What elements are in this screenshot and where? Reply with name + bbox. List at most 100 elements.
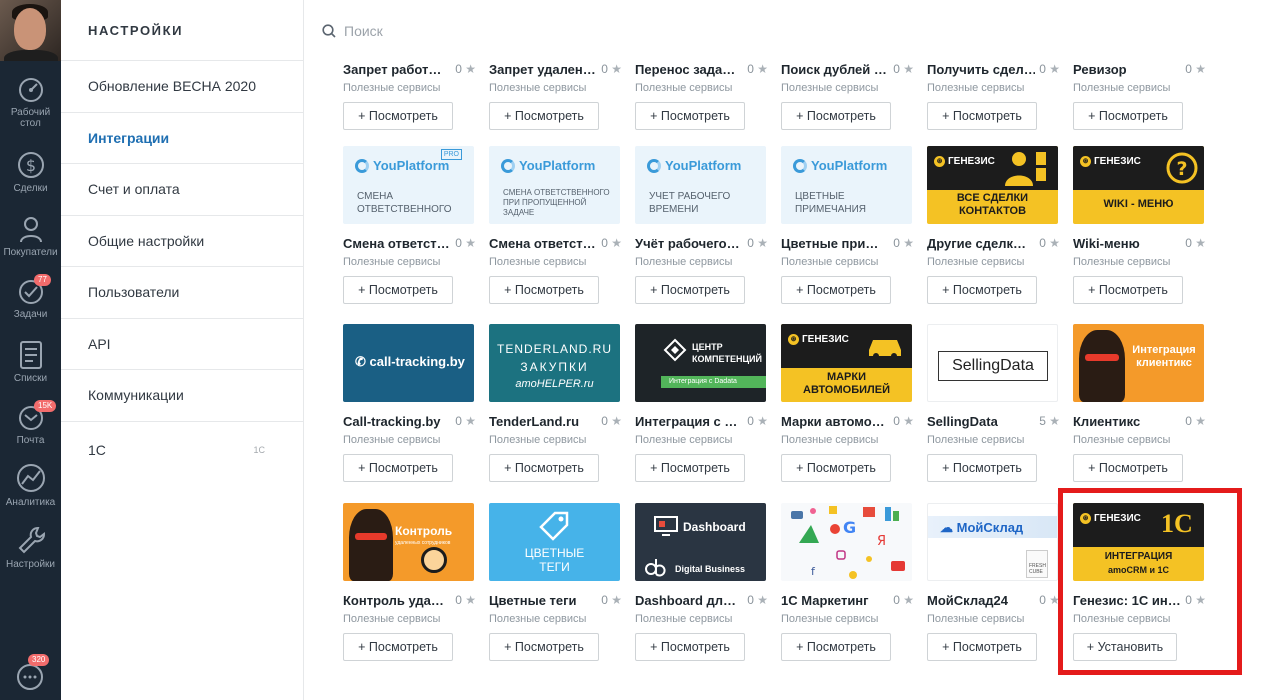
search-input[interactable] — [344, 20, 944, 42]
view-button[interactable]: + Посмотреть — [635, 633, 745, 661]
dog-mascot-icon — [349, 509, 393, 581]
view-button[interactable]: + Посмотреть — [489, 633, 599, 661]
svg-text:Я: Я — [877, 534, 886, 549]
card-thumbnail[interactable]: Контроль удаленных сотрудников — [343, 503, 474, 581]
settings-item-billing[interactable]: Счет и оплата — [61, 164, 303, 216]
nav-analytics[interactable]: Аналитика — [0, 462, 61, 508]
settings-item-general[interactable]: Общие настройки — [61, 216, 303, 267]
card-category: Полезные сервисы — [781, 613, 879, 625]
card-thumbnail[interactable]: ✆ call-tracking.by — [343, 324, 474, 402]
thumb-banner: Digital Business — [675, 564, 746, 574]
card-category: Полезные сервисы — [927, 256, 1025, 268]
nav-tasks[interactable]: 77 Задачи — [0, 274, 61, 320]
avatar[interactable] — [0, 0, 61, 61]
youplatform-logo: YouPlatform — [355, 158, 449, 173]
settings-item-users[interactable]: Пользователи — [61, 267, 303, 319]
card-thumbnail[interactable]: Dashboard Digital Business — [635, 503, 766, 581]
card-category: Полезные сервисы — [489, 434, 587, 446]
pro-badge: PRO — [440, 149, 462, 160]
genesis-mark-icon: ⊛ — [1080, 156, 1091, 167]
view-button[interactable]: + Посмотреть — [927, 454, 1037, 482]
nav-settings[interactable]: Настройки — [0, 524, 61, 570]
card-thumbnail[interactable]: ЦЕНТР КОМПЕТЕНЦИЙ Интеграция с Dadata — [635, 324, 766, 402]
view-button[interactable]: + Посмотреть — [927, 633, 1037, 661]
svg-text:f: f — [811, 565, 816, 578]
card-thumbnail[interactable]: ⊛ ГЕНЕЗИС ВСЕ СДЕЛКИ КОНТАКТОВ — [927, 146, 1058, 224]
view-button[interactable]: + Посмотреть — [927, 276, 1037, 304]
card-thumbnail[interactable]: G Я f — [781, 503, 912, 581]
view-button[interactable]: + Посмотреть — [927, 102, 1037, 130]
nav-label: Задачи — [13, 309, 48, 320]
card-thumbnail[interactable]: ЦВЕТНЫЕ ТЕГИ — [489, 503, 620, 581]
view-button[interactable]: + Посмотреть — [489, 102, 599, 130]
card-rating: 0 ★ — [893, 62, 914, 76]
genesis-logo: ⊛ ГЕНЕЗИС — [934, 156, 995, 167]
nav-mail[interactable]: 15K Почта — [0, 400, 61, 446]
monitor-icon — [654, 516, 678, 536]
card-thumbnail[interactable]: ⊛ ГЕНЕЗИС МАРКИ АВТОМОБИЛЕЙ — [781, 324, 912, 402]
card-category: Полезные сервисы — [489, 82, 587, 94]
view-button[interactable]: + Посмотреть — [343, 454, 453, 482]
card-thumbnail[interactable]: YouPlatform УЧЕТ РАБОЧЕГО ВРЕМЕНИ — [635, 146, 766, 224]
view-button[interactable]: + Посмотреть — [343, 276, 453, 304]
view-button[interactable]: + Посмотреть — [1073, 102, 1183, 130]
nav-label: Списки — [13, 373, 48, 384]
nav-dashboard[interactable]: Рабочий стол — [0, 76, 61, 129]
card-thumbnail[interactable]: SellingData — [927, 324, 1058, 402]
card-thumbnail[interactable]: TENDERLAND.RU ЗАКУПКИ amoHELPER.ru — [489, 324, 620, 402]
card-title: Клиентикс — [1073, 414, 1141, 429]
card-thumbnail[interactable]: ⊛ ГЕНЕЗИС ? WIKI - МЕНЮ — [1073, 146, 1204, 224]
card-rating: 0 ★ — [1185, 414, 1206, 428]
view-button[interactable]: + Посмотреть — [781, 454, 891, 482]
nav-buyers[interactable]: Покупатели — [0, 214, 61, 258]
view-button[interactable]: + Посмотреть — [635, 276, 745, 304]
thumb-text: МАРКИ — [826, 371, 867, 383]
view-button[interactable]: + Посмотреть — [343, 102, 453, 130]
chat-button[interactable]: 320 — [10, 654, 52, 692]
youplatform-logo: YouPlatform — [501, 158, 595, 173]
view-button[interactable]: + Посмотреть — [781, 102, 891, 130]
star-icon: ★ — [465, 236, 476, 250]
nav-label: Настройки — [5, 559, 56, 570]
view-button[interactable]: + Посмотреть — [1073, 276, 1183, 304]
view-button[interactable]: + Посмотреть — [635, 102, 745, 130]
card-rating: 0 ★ — [1185, 236, 1206, 250]
settings-item-integrations[interactable]: Интеграции — [61, 113, 303, 164]
settings-item-1c[interactable]: 1С 1С — [61, 422, 303, 478]
install-button[interactable]: + Установить — [1073, 633, 1177, 661]
svg-text:$: $ — [25, 156, 35, 175]
card-thumbnail[interactable]: ☁ МойСклад FRESH CUBE — [927, 503, 1058, 581]
thumb-text: КОНТАКТОВ — [958, 205, 1027, 217]
nav-lists[interactable]: Списки — [0, 340, 61, 384]
card-thumbnail[interactable]: YouPlatform СМЕНА ОТВЕТСТВЕННОГО ПРИ ПРО… — [489, 146, 620, 224]
view-button[interactable]: + Посмотреть — [781, 633, 891, 661]
card-thumbnail[interactable]: YouPlatform PRO СМЕНА ОТВЕТСТВЕННОГО — [343, 146, 474, 224]
thumb-text: СМЕНА ОТВЕТСТВЕННОГО ПРИ ПРОПУЩЕННОЙ ЗАД… — [503, 188, 610, 217]
settings-item-update[interactable]: Обновление ВЕСНА 2020 — [61, 61, 303, 113]
settings-item-communications[interactable]: Коммуникации — [61, 370, 303, 422]
question-icon: ? — [1166, 152, 1198, 184]
left-nav: Рабочий стол $ Сделки Покупатели 77 Зада… — [0, 0, 61, 700]
dashboard-icon — [18, 78, 43, 102]
svg-text:G: G — [843, 518, 856, 537]
star-icon: ★ — [611, 414, 622, 428]
magnifier-icon — [421, 547, 447, 573]
view-button[interactable]: + Посмотреть — [489, 454, 599, 482]
buyers-icon — [19, 217, 42, 243]
tasks-badge: 77 — [34, 274, 51, 286]
card-thumbnail[interactable]: Интеграция клиентикс — [1073, 324, 1204, 402]
thumb-text: УЧЕТ РАБОЧЕГО ВРЕМЕНИ — [649, 191, 731, 215]
view-button[interactable]: + Посмотреть — [343, 633, 453, 661]
settings-item-api[interactable]: API — [61, 319, 303, 370]
card-thumbnail[interactable]: ⊛ ГЕНЕЗИС 1С ИНТЕГРАЦИЯ amoCRM и 1С — [1073, 503, 1204, 581]
view-button[interactable]: + Посмотреть — [489, 276, 599, 304]
nav-deals[interactable]: $ Сделки — [0, 150, 61, 194]
card-rating: 0 ★ — [1185, 62, 1206, 76]
youplatform-logo: YouPlatform — [793, 158, 887, 173]
view-button[interactable]: + Посмотреть — [635, 454, 745, 482]
card-category: Полезные сервисы — [343, 82, 441, 94]
tag-icon — [539, 511, 569, 541]
view-button[interactable]: + Посмотреть — [781, 276, 891, 304]
card-thumbnail[interactable]: YouPlatform ЦВЕТНЫЕ ПРИМЕЧАНИЯ — [781, 146, 912, 224]
view-button[interactable]: + Посмотреть — [1073, 454, 1183, 482]
